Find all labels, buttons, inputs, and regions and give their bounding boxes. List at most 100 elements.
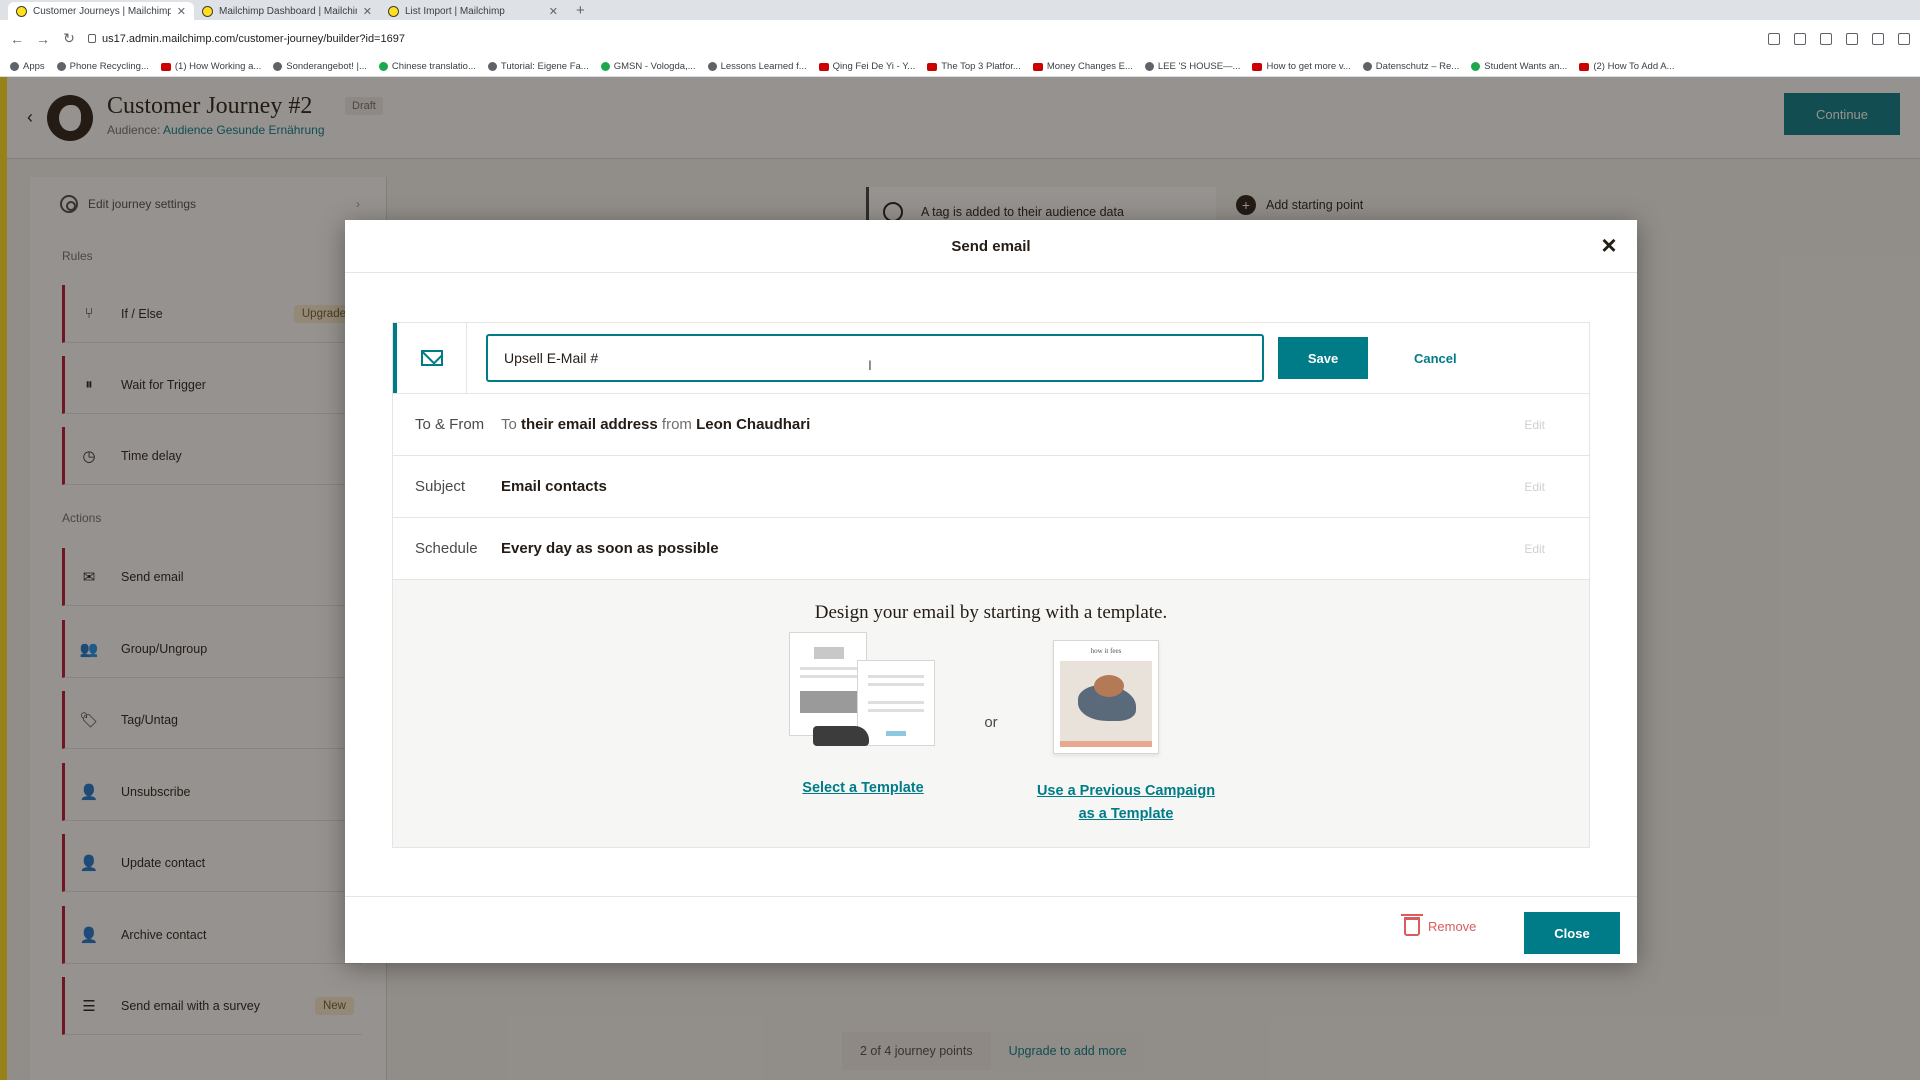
bookmark-item[interactable]: LEE 'S HOUSE—... bbox=[1144, 61, 1240, 72]
close-button[interactable]: Close bbox=[1524, 912, 1620, 954]
subject-label: Subject bbox=[415, 478, 466, 495]
bookmark-item[interactable]: Lessons Learned f... bbox=[707, 61, 807, 72]
email-settings-panel: Save Cancel To & From To their email add… bbox=[392, 322, 1590, 848]
bookmark-item[interactable]: Money Changes E... bbox=[1032, 61, 1133, 72]
to-from-label: To & From bbox=[415, 416, 485, 433]
bookmark-item[interactable]: Phone Recycling... bbox=[56, 61, 149, 72]
browser-tab-label: Mailchimp Dashboard | Mailchimp bbox=[219, 5, 357, 17]
bookmark-apps[interactable]: Apps bbox=[10, 61, 45, 72]
schedule-label: Schedule bbox=[415, 540, 478, 557]
bookmark-item[interactable]: (1) How Working a... bbox=[160, 61, 261, 72]
browser-tab-label: List Import | Mailchimp bbox=[405, 5, 505, 17]
browser-tab-customer-journeys[interactable]: Customer Journeys | Mailchimp ✕ bbox=[8, 2, 194, 20]
close-tab-icon[interactable]: ✕ bbox=[549, 5, 558, 18]
mailchimp-favicon-icon bbox=[16, 5, 27, 17]
campaign-photo-icon bbox=[1060, 661, 1152, 741]
save-button[interactable]: Save bbox=[1278, 337, 1368, 379]
bookmark-item[interactable]: Datenschutz – Re... bbox=[1362, 61, 1459, 72]
bookmark-item[interactable]: How to get more v... bbox=[1252, 61, 1351, 72]
bookmark-favicon-icon bbox=[378, 62, 388, 71]
bookmark-favicon-icon bbox=[273, 62, 283, 71]
to-from-row: To & From To their email address from Le… bbox=[393, 393, 1589, 455]
apps-grid-icon bbox=[10, 62, 19, 71]
subject-row: Subject Email contacts Edit bbox=[393, 455, 1589, 517]
star-icon[interactable] bbox=[1820, 32, 1832, 45]
youtube-icon bbox=[818, 62, 829, 71]
remove-button[interactable]: Remove bbox=[1401, 914, 1477, 936]
address-bar: ← → ↻ us17.admin.mailchimp.com/customer-… bbox=[0, 20, 1920, 57]
send-email-modal: Send email × Save Cancel To & From To th… bbox=[345, 220, 1637, 963]
close-icon[interactable]: × bbox=[1597, 232, 1621, 258]
modal-title: Send email bbox=[951, 237, 1031, 255]
template-illustration[interactable] bbox=[781, 632, 941, 762]
previous-campaign-thumbnail[interactable]: how it fees bbox=[1053, 640, 1159, 754]
browser-tab-list-import[interactable]: List Import | Mailchimp ✕ bbox=[380, 2, 566, 20]
modal-header: Send email × bbox=[345, 220, 1637, 273]
bookmark-favicon-icon bbox=[1471, 62, 1481, 71]
back-arrow-icon[interactable]: ← bbox=[10, 31, 24, 47]
youtube-icon bbox=[927, 62, 938, 71]
browser-tab-dashboard[interactable]: Mailchimp Dashboard | Mailchimp ✕ bbox=[194, 2, 380, 20]
url-text: us17.admin.mailchimp.com/customer-journe… bbox=[102, 32, 405, 45]
forward-arrow-icon[interactable]: → bbox=[36, 31, 50, 47]
new-tab-button[interactable]: + bbox=[566, 2, 595, 20]
design-section: Design your email by starting with a tem… bbox=[393, 579, 1589, 847]
text-cursor-icon: I bbox=[868, 357, 872, 373]
extensions-puzzle-icon[interactable] bbox=[1872, 32, 1884, 45]
facebook-extension-icon[interactable] bbox=[1846, 32, 1858, 45]
bookmarks-bar: Apps Phone Recycling... (1) How Working … bbox=[0, 57, 1920, 77]
lock-icon bbox=[88, 34, 96, 43]
edit-to-from-link[interactable]: Edit bbox=[1524, 418, 1545, 432]
schedule-row: Schedule Every day as soon as possible E… bbox=[393, 517, 1589, 579]
extension-icons bbox=[1768, 32, 1910, 45]
youtube-icon bbox=[160, 62, 171, 71]
reload-icon[interactable]: ↻ bbox=[62, 30, 76, 47]
close-tab-icon[interactable]: ✕ bbox=[363, 5, 372, 18]
translate-icon[interactable] bbox=[1768, 32, 1780, 45]
modal-footer: Remove Close bbox=[345, 896, 1637, 963]
youtube-icon bbox=[1579, 62, 1590, 71]
bookmark-item[interactable]: Qing Fei De Yi - Y... bbox=[818, 61, 915, 72]
envelope-icon-box bbox=[397, 323, 467, 393]
campaign-thumbnail-header: how it fees bbox=[1090, 647, 1122, 655]
bookmark-favicon-icon bbox=[600, 62, 610, 71]
bookmark-favicon-icon bbox=[1144, 62, 1154, 71]
campaign-footer-bar bbox=[1060, 741, 1152, 747]
bookmark-item[interactable]: Tutorial: Eigene Fa... bbox=[487, 61, 589, 72]
zoom-icon[interactable] bbox=[1794, 32, 1806, 45]
design-heading: Design your email by starting with a tem… bbox=[814, 602, 1168, 623]
remove-label: Remove bbox=[1428, 919, 1477, 934]
bookmark-favicon-icon bbox=[56, 62, 66, 71]
mailchimp-favicon-icon bbox=[202, 5, 213, 17]
subject-value: Email contacts bbox=[501, 478, 607, 495]
youtube-icon bbox=[1032, 62, 1043, 71]
use-previous-campaign-link[interactable]: Use a Previous Campaign as a Template bbox=[998, 780, 1254, 826]
select-template-link[interactable]: Select a Template bbox=[763, 780, 963, 796]
bookmark-item[interactable]: Sonderangebot! |... bbox=[273, 61, 367, 72]
bookmark-item[interactable]: Student Wants an... bbox=[1471, 61, 1567, 72]
template-doc-icon bbox=[857, 660, 935, 746]
edit-schedule-link[interactable]: Edit bbox=[1524, 542, 1545, 556]
to-from-value: To their email address from Leon Chaudha… bbox=[501, 416, 811, 433]
cancel-button[interactable]: Cancel bbox=[1414, 351, 1457, 366]
mailchimp-favicon-icon bbox=[388, 5, 399, 17]
bookmark-favicon-icon bbox=[1362, 62, 1372, 71]
close-tab-icon[interactable]: ✕ bbox=[177, 5, 186, 18]
hash-icon bbox=[487, 62, 497, 71]
bookmark-item[interactable]: The Top 3 Platfor... bbox=[927, 61, 1021, 72]
edit-subject-link[interactable]: Edit bbox=[1524, 480, 1545, 494]
bookmark-item[interactable]: (2) How To Add A... bbox=[1579, 61, 1674, 72]
youtube-icon bbox=[1252, 62, 1263, 71]
schedule-value: Every day as soon as possible bbox=[501, 540, 719, 557]
url-field[interactable]: us17.admin.mailchimp.com/customer-journe… bbox=[88, 27, 405, 51]
browser-tab-label: Customer Journeys | Mailchimp bbox=[33, 5, 171, 17]
menu-icon[interactable] bbox=[1898, 32, 1910, 45]
browser-tab-bar: Customer Journeys | Mailchimp ✕ Mailchim… bbox=[0, 0, 1920, 20]
email-name-row: Save Cancel bbox=[393, 323, 1589, 393]
email-name-input[interactable] bbox=[486, 334, 1264, 382]
bookmark-favicon-icon bbox=[707, 62, 717, 71]
bookmark-item[interactable]: Chinese translatio... bbox=[378, 61, 476, 72]
bookmark-item[interactable]: GMSN - Vologda,... bbox=[600, 61, 696, 72]
or-separator: or bbox=[984, 714, 998, 731]
trash-icon bbox=[1401, 914, 1423, 936]
